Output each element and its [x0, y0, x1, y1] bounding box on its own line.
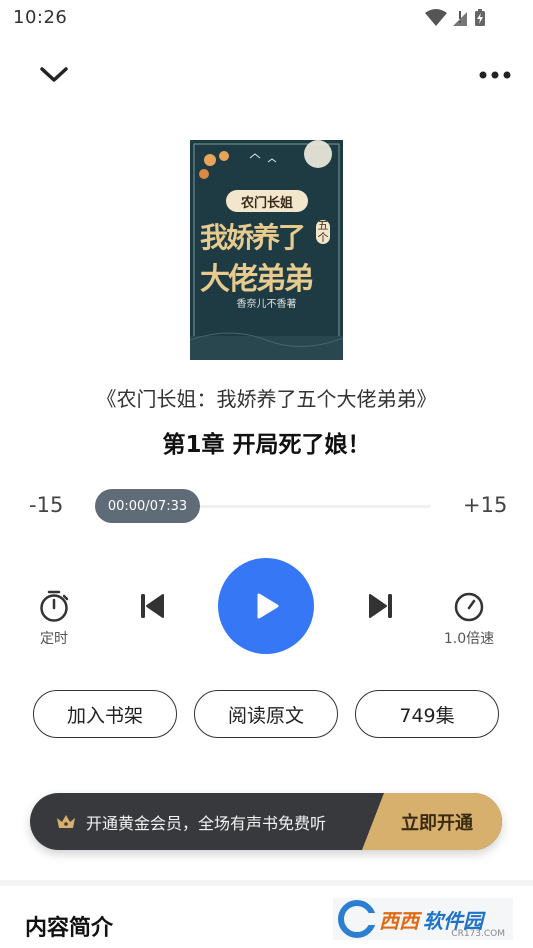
signal-icon	[453, 11, 467, 26]
previous-icon[interactable]	[134, 589, 170, 623]
vip-open-label: 立即开通	[401, 812, 473, 834]
timer-icon[interactable]	[36, 588, 72, 624]
status-bar: 10:26	[0, 0, 533, 36]
speed-label: 1.0倍速	[443, 631, 495, 647]
more-dots-icon[interactable]	[475, 60, 515, 90]
cover-title-small: 五个	[316, 219, 330, 244]
vip-open-button[interactable]: 立即开通	[362, 793, 502, 850]
vip-banner[interactable]: 开通黄金会员，全场有声书免费听 立即开通	[30, 793, 502, 850]
status-time: 10:26	[13, 7, 68, 28]
watermark-logo: 西西 软件园 CR173.COM	[333, 898, 513, 940]
top-bar	[0, 50, 533, 100]
crown-icon	[54, 811, 78, 833]
cover-title-line2: 大佬弟弟	[200, 262, 314, 297]
next-icon[interactable]	[363, 589, 399, 623]
section-title: 内容简介	[25, 916, 114, 941]
book-title: 《农门长姐：我娇养了五个大佬弟弟》	[96, 387, 437, 411]
forward-15-button[interactable]: +15	[463, 493, 507, 517]
watermark-text1: 西西	[379, 908, 419, 933]
cover-author: 香奈儿不香著	[236, 299, 297, 310]
speed-icon[interactable]	[451, 589, 487, 625]
add-to-shelf-button[interactable]: 加入书架	[33, 690, 177, 738]
watermark-url: CR173.COM	[451, 929, 505, 939]
book-cover: 农门长姐 我娇养了 五个 大佬弟弟 香奈儿不香著	[189, 140, 344, 360]
progress-thumb[interactable]: 00:00/07:33	[95, 489, 200, 523]
rewind-15-button[interactable]: -15	[29, 493, 63, 517]
read-original-button[interactable]: 阅读原文	[194, 690, 338, 738]
wifi-icon	[425, 9, 447, 26]
episodes-button[interactable]: 749集	[355, 690, 499, 738]
battery-icon	[475, 9, 485, 26]
cover-title-line1: 我娇养了	[200, 221, 306, 254]
chapter-title: 第1章 开局死了娘！	[162, 432, 371, 458]
section-divider	[0, 880, 533, 886]
vip-text: 开通黄金会员，全场有声书免费听	[86, 813, 327, 833]
timer-label: 定时	[40, 631, 68, 647]
play-icon	[257, 593, 279, 619]
cover-series: 农门长姐	[226, 190, 308, 212]
play-button[interactable]	[218, 558, 314, 654]
chevron-down-icon[interactable]	[34, 60, 74, 90]
status-icons	[423, 8, 493, 32]
